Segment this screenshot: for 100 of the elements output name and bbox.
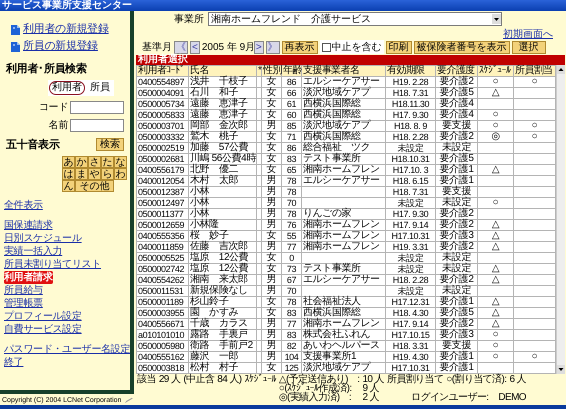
table-cell: 西横浜国際総: [302, 132, 386, 142]
search-button[interactable]: 検索: [96, 138, 124, 151]
nav-button[interactable]: 》: [266, 40, 280, 54]
initial-screen-link[interactable]: 初期画面へ: [503, 28, 553, 38]
table-cell: 0500005833: [136, 110, 188, 120]
table-cell: 要介護1: [436, 176, 478, 186]
scroll-down-icon[interactable]: [557, 365, 565, 374]
table-cell: 湘南ホームフレン: [302, 318, 386, 330]
table-cell: 未設定: [436, 286, 478, 296]
count-label: 該当: [137, 375, 156, 387]
insured-number-button[interactable]: 被保険者番号を表示: [414, 40, 510, 54]
checkbox[interactable]: [322, 42, 331, 52]
redisplay-button[interactable]: 再表示: [282, 40, 318, 54]
schedule-status-label: ◎(実績入力済) :: [278, 393, 352, 402]
select-button[interactable]: 選択: [512, 40, 546, 54]
table-cell: 男: [262, 120, 282, 132]
menu-link[interactable]: 国保連請求: [4, 219, 53, 232]
search-toggle[interactable]: 利用者: [49, 81, 85, 95]
kana-button[interactable]: や: [88, 168, 101, 180]
kana-button[interactable]: か: [75, 156, 88, 168]
table-cell: エルシーケアサー: [302, 176, 386, 186]
kana-button[interactable]: わ: [114, 168, 127, 180]
table-cell: 湘南ホームフレン: [302, 242, 386, 252]
menu-link[interactable]: プロフィール設定: [4, 310, 82, 323]
kana-button[interactable]: た: [101, 156, 114, 168]
name-field[interactable]: [70, 118, 124, 132]
table-cell: 加藤 57公費: [188, 142, 256, 154]
menu-link[interactable]: 終了: [4, 356, 24, 369]
table-cell: 男: [262, 330, 282, 340]
column-header: ｽｹｼﾞｭｰﾙ: [478, 66, 514, 76]
kana-button[interactable]: ら: [101, 168, 114, 180]
nav-button[interactable]: 《: [174, 40, 188, 54]
table-cell: 要介護1: [436, 362, 478, 374]
kana-button[interactable]: その他: [75, 180, 114, 192]
table-cell: 0500005734: [136, 98, 188, 110]
staff-status-label: ○(割り当て済):: [446, 375, 506, 384]
all-link[interactable]: 全件表示: [4, 199, 43, 212]
table-cell: 0400011859: [136, 242, 188, 252]
table-cell: テスト事業所: [302, 154, 386, 164]
menu-link[interactable]: 日別スケジュール: [4, 232, 82, 245]
table-cell: 小林: [188, 208, 256, 220]
sidebar-link[interactable]: 所員の新規登録: [23, 40, 98, 53]
table-cell: 佐藤 吉次郎: [188, 242, 256, 252]
table-cell: 要介護3: [436, 330, 478, 340]
schedule-status-count: 2 人: [362, 393, 380, 402]
table-cell: 株式会社ふれん: [302, 330, 386, 340]
code-field[interactable]: [70, 100, 124, 114]
kana-button[interactable]: ま: [75, 168, 88, 180]
search-title: 利用者･所員検索: [6, 62, 88, 76]
menu-link[interactable]: 管理帳票: [4, 297, 43, 310]
schedule-label: ｽｹｼﾞｭｰﾙ: [244, 375, 276, 387]
column-header: 氏名: [188, 66, 256, 76]
table-cell: 石川 和子: [188, 88, 256, 98]
table-cell: 松村 村子: [188, 362, 256, 374]
table-title: 利用者選択: [136, 55, 565, 65]
menu-link[interactable]: 利用者請求: [4, 271, 53, 284]
menu-link[interactable]: 自費サービス設定: [4, 323, 82, 336]
table-cell: 男: [262, 220, 282, 230]
stopped-value: 84 人): [217, 375, 242, 387]
table-cell: 淡沢地域ケアプ: [302, 362, 386, 374]
table-cell: 遠藤 恵津子: [188, 98, 256, 110]
kana-button[interactable]: さ: [88, 156, 101, 168]
menu-link[interactable]: 所員未割り当てリスト: [4, 258, 102, 271]
table-cell: 未設定: [436, 252, 478, 264]
search-toggle[interactable]: 所員: [87, 81, 113, 95]
pen-icon[interactable]: [124, 396, 134, 405]
kana-button[interactable]: な: [114, 156, 127, 168]
schedule-status-label: ○(ｽｹｼﾞｭｰﾙ作成済):: [278, 384, 353, 393]
count-value: 29 人: [158, 375, 180, 387]
table-cell: 男: [262, 198, 282, 208]
table-cell: 藤沢 一郎: [188, 352, 256, 362]
print-button[interactable]: 印刷: [386, 40, 412, 54]
table-cell: 小林: [188, 198, 256, 208]
sidebar-link[interactable]: 利用者の新規登録: [23, 23, 109, 36]
table-cell: 西横浜国際総: [302, 98, 386, 110]
nav-button[interactable]: >: [254, 40, 264, 54]
kana-button[interactable]: あ: [62, 156, 75, 168]
nav-button[interactable]: <: [190, 40, 200, 54]
table-cell: 桜 妙子: [188, 230, 256, 242]
menu-link[interactable]: 所員給与: [4, 284, 43, 297]
office-select[interactable]: 湘南ホームフレンド 介護サービス: [208, 12, 502, 26]
table-cell: 要支援: [436, 186, 478, 198]
table-cell: 要介護3: [436, 230, 478, 242]
column-header: *: [256, 66, 262, 76]
menu-link[interactable]: 実績一括入力: [4, 245, 62, 258]
table-cell: 衛路 手前戸2: [188, 340, 256, 352]
code-label: コード: [38, 101, 68, 114]
scroll-up-icon[interactable]: [557, 65, 565, 74]
table-cell: 未設定: [436, 264, 478, 274]
kana-button[interactable]: ん: [62, 180, 75, 192]
month-label: 基準月: [142, 40, 172, 54]
table-cell: 0500003818: [136, 362, 188, 374]
table-cell: 0500011377: [136, 208, 188, 220]
dropdown-icon: [492, 14, 501, 24]
table-cell: 要介護1: [436, 296, 478, 308]
menu-link[interactable]: パスワード・ユーザー名設定: [4, 343, 130, 356]
kana-button[interactable]: は: [62, 168, 75, 180]
table-cell: 男: [262, 352, 282, 362]
table-cell: 湘南 来太郎: [188, 274, 256, 286]
name-label: 名前: [48, 119, 68, 132]
